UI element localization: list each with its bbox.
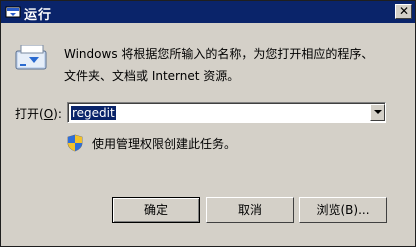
run-app-icon [15, 45, 47, 70]
run-icon [5, 6, 21, 18]
open-label-accel: O [43, 107, 54, 121]
close-button[interactable]: ✕ [395, 4, 412, 19]
open-input[interactable]: regedit [71, 106, 116, 120]
admin-privileges-note: 使用管理权限创建此任务。 [92, 137, 237, 151]
cancel-button[interactable]: 取消 [206, 197, 294, 223]
browse-button[interactable]: 浏览(B)... [299, 197, 387, 223]
description-line-1: Windows 将根据您所输入的名称，为您打开相应的程序、 [64, 47, 374, 61]
uac-shield-icon [67, 134, 83, 152]
run-dialog: 运行 ✕ Windows 将根据您所输入的名称，为您打开相应的程序、 文件夹、文… [0, 0, 416, 247]
open-combobox-inner: regedit [68, 103, 385, 122]
open-combobox[interactable]: regedit [67, 102, 386, 123]
window-title: 运行 [24, 8, 53, 23]
dropdown-button[interactable] [370, 104, 385, 121]
open-label-prefix: 打开( [15, 107, 44, 121]
open-label-suffix: ): [53, 107, 62, 121]
close-icon: ✕ [399, 4, 410, 18]
description-line-2: 文件夹、文档或 Internet 资源。 [64, 69, 240, 83]
ok-button[interactable]: 确定 [112, 197, 200, 223]
chevron-down-icon [374, 110, 382, 114]
open-label: 打开(O): [15, 105, 62, 122]
title-bar[interactable]: 运行 ✕ [1, 1, 415, 23]
description-text: Windows 将根据您所输入的名称，为您打开相应的程序、 文件夹、文档或 In… [64, 43, 404, 87]
